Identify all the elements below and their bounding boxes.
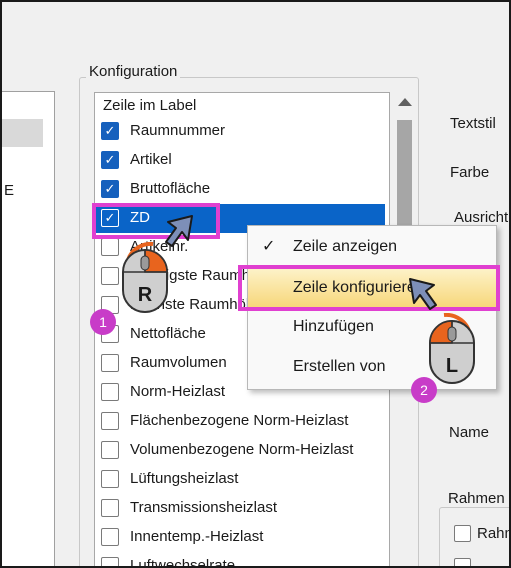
- row-label: Nettofläche: [130, 325, 206, 342]
- list-row[interactable]: Innentemp.-Heizlast: [95, 523, 385, 552]
- row-label: Lüftungsheizlast: [130, 470, 239, 487]
- row-checkbox[interactable]: [101, 383, 119, 401]
- row-checkbox[interactable]: [101, 557, 119, 566]
- row-label: Norm-Heizlast: [130, 383, 226, 400]
- selected-row-highlight-frame: [92, 203, 220, 239]
- menu-item-label: Hinzufügen: [293, 318, 374, 335]
- config-group-title: Konfiguration: [86, 63, 181, 80]
- row-label: Innentemp.-Heizlast: [130, 528, 264, 545]
- rahmen-checkbox-2[interactable]: [454, 558, 471, 566]
- row-label: Volumenbezogene Norm-Heizlast: [130, 441, 354, 458]
- name-label: Name: [449, 424, 490, 441]
- rahmen-group-title: Rahmen: [446, 490, 507, 507]
- list-row[interactable]: ✓ Bruttofläche: [95, 175, 385, 204]
- left-list-selected-item[interactable]: [2, 119, 43, 147]
- rahmen-checkbox[interactable]: [454, 525, 471, 542]
- step-badge-2: 2: [411, 377, 437, 403]
- row-label: Raumnummer: [130, 122, 226, 139]
- left-list-truncated-text: E: [4, 182, 15, 199]
- menu-item-zeile-anzeigen[interactable]: ✓ Zeile anzeigen: [248, 228, 496, 268]
- row-label: Bruttofläche: [130, 180, 211, 197]
- mouse-left-letter: L: [445, 355, 459, 377]
- row-label: Raumvolumen: [130, 354, 227, 371]
- row-checkbox[interactable]: [101, 441, 119, 459]
- step-badge-1: 1: [90, 309, 116, 335]
- row-label: Transmissionsheizlast: [130, 499, 277, 516]
- list-row[interactable]: Lüftungsheizlast: [95, 465, 385, 494]
- row-checkbox[interactable]: ✓: [101, 122, 119, 140]
- left-list-panel[interactable]: E: [2, 91, 55, 566]
- checkmark-icon: ✓: [262, 238, 276, 255]
- row-label: Artikel: [130, 151, 172, 168]
- row-checkbox[interactable]: ✓: [101, 180, 119, 198]
- pointer-cursor-icon: [165, 215, 193, 247]
- row-label: Flächenbezogene Norm-Heizlast: [130, 412, 349, 429]
- row-checkbox[interactable]: [101, 238, 119, 256]
- farbe-label: Farbe: [450, 164, 490, 181]
- list-row[interactable]: Flächenbezogene Norm-Heizlast: [95, 407, 385, 436]
- textstil-label: Textstil: [450, 115, 496, 132]
- list-row[interactable]: Luftwechselrate: [95, 552, 385, 568]
- row-checkbox[interactable]: [101, 267, 119, 285]
- row-checkbox[interactable]: [101, 412, 119, 430]
- list-row[interactable]: ✓ Artikel: [95, 146, 385, 175]
- ausrichtung-label: Ausricht: [454, 209, 509, 226]
- row-checkbox[interactable]: ✓: [101, 151, 119, 169]
- pointer-cursor-icon: [409, 278, 437, 310]
- scroll-up-arrow-icon[interactable]: [398, 98, 412, 106]
- screenshot-frame: E Konfiguration Zeile im Label ✓ Raumnumm…: [0, 0, 511, 568]
- row-checkbox[interactable]: [101, 470, 119, 488]
- row-checkbox[interactable]: [101, 499, 119, 517]
- rahmen-checkbox-label: Rahm: [477, 525, 509, 542]
- right-mouse-button-icon: R: [119, 241, 171, 316]
- list-row[interactable]: Transmissionsheizlast: [95, 494, 385, 523]
- row-checkbox[interactable]: [101, 528, 119, 546]
- menu-item-highlight-frame: [238, 265, 500, 311]
- row-label: Luftwechselrate: [130, 557, 236, 568]
- list-header: Zeile im Label: [103, 97, 197, 114]
- row-checkbox[interactable]: [101, 354, 119, 372]
- left-mouse-button-icon: L: [426, 312, 478, 387]
- menu-item-label: Zeile anzeigen: [293, 238, 398, 255]
- list-row[interactable]: Volumenbezogene Norm-Heizlast: [95, 436, 385, 465]
- menu-item-label: Erstellen von: [293, 358, 386, 375]
- mouse-right-letter: R: [137, 284, 153, 306]
- list-row[interactable]: ✓ Raumnummer: [95, 117, 385, 146]
